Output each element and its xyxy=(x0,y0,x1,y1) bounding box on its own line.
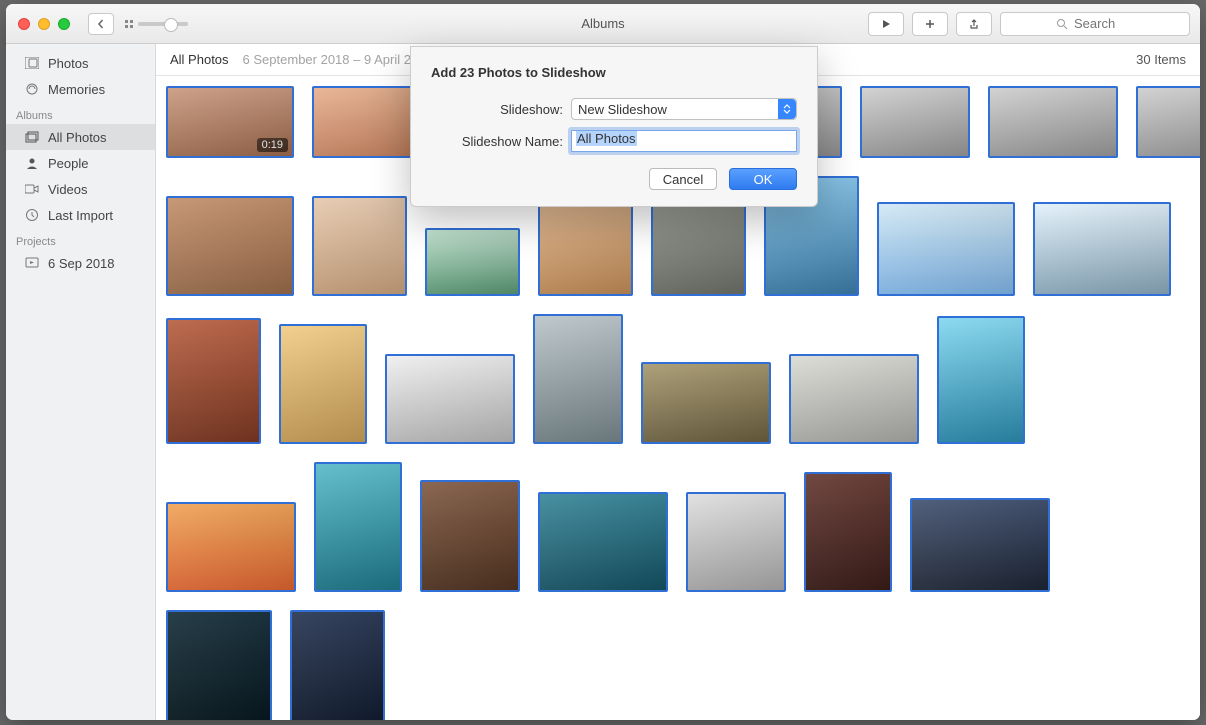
sidebar-label: 6 Sep 2018 xyxy=(48,256,115,271)
plus-icon xyxy=(924,18,936,30)
slideshow-select-value: New Slideshow xyxy=(578,102,667,117)
zoom-window[interactable] xyxy=(58,18,70,30)
photo-thumbnail[interactable] xyxy=(641,362,771,444)
add-to-slideshow-dialog: Add 23 Photos to Slideshow Slideshow: Ne… xyxy=(410,46,818,207)
back-button[interactable] xyxy=(88,13,114,35)
chevron-updown-icon xyxy=(778,99,796,119)
photo-thumbnail[interactable] xyxy=(425,228,520,296)
sidebar-label: People xyxy=(48,156,88,171)
sidebar-item-project-0[interactable]: 6 Sep 2018 xyxy=(6,250,155,276)
share-button[interactable] xyxy=(956,12,992,36)
photo-thumbnail[interactable] xyxy=(279,324,367,444)
photo-thumbnail[interactable] xyxy=(166,610,272,720)
ok-button[interactable]: OK xyxy=(729,168,797,190)
photo-thumbnail[interactable] xyxy=(166,502,296,592)
sidebar-label: All Photos xyxy=(48,130,107,145)
slideshow-name-value: All Photos xyxy=(576,131,637,146)
dialog-title: Add 23 Photos to Slideshow xyxy=(431,65,797,80)
titlebar: Albums xyxy=(6,4,1200,44)
sidebar-item-memories[interactable]: Memories xyxy=(6,76,155,102)
photo-thumbnail[interactable] xyxy=(312,86,420,158)
sidebar-item-last-import[interactable]: Last Import xyxy=(6,202,155,228)
content-title: All Photos xyxy=(170,52,229,67)
stack-icon xyxy=(24,129,40,145)
content-date-range: 6 September 2018 – 9 April 2019 xyxy=(243,52,433,67)
photo-thumbnail[interactable] xyxy=(166,196,294,296)
sidebar-label: Memories xyxy=(48,82,105,97)
memories-icon xyxy=(24,81,40,97)
slideshow-icon xyxy=(24,255,40,271)
minimize-window[interactable] xyxy=(38,18,50,30)
slideshow-name-input[interactable]: All Photos xyxy=(571,130,797,152)
photo-thumbnail[interactable] xyxy=(988,86,1118,158)
grid-small-icon xyxy=(124,19,134,29)
photo-thumbnail[interactable] xyxy=(385,354,515,444)
photo-thumbnail[interactable] xyxy=(1136,86,1200,158)
sidebar-label: Photos xyxy=(48,56,88,71)
video-icon xyxy=(24,181,40,197)
photo-thumbnail[interactable] xyxy=(312,196,407,296)
slideshow-name-label: Slideshow Name: xyxy=(431,134,563,149)
person-icon xyxy=(24,155,40,171)
photo-thumbnail[interactable] xyxy=(1033,202,1171,296)
sidebar-label: Videos xyxy=(48,182,88,197)
slideshow-select-label: Slideshow: xyxy=(431,102,563,117)
sidebar-item-people[interactable]: People xyxy=(6,150,155,176)
sidebar-item-all-photos[interactable]: All Photos xyxy=(6,124,155,150)
window-controls xyxy=(18,18,70,30)
items-count: 30 Items xyxy=(1136,52,1186,67)
photo-thumbnail[interactable] xyxy=(686,492,786,592)
sidebar-label: Last Import xyxy=(48,208,113,223)
search-field[interactable] xyxy=(1000,12,1190,36)
photo-thumbnail[interactable] xyxy=(420,480,520,592)
thumbnail-size-control[interactable] xyxy=(124,19,188,29)
search-icon xyxy=(1056,18,1068,30)
clock-icon xyxy=(24,207,40,223)
add-button[interactable] xyxy=(912,12,948,36)
sidebar-item-photos[interactable]: Photos xyxy=(6,50,155,76)
photos-icon xyxy=(24,55,40,71)
zoom-slider[interactable] xyxy=(138,22,188,26)
sidebar-header-projects: Projects xyxy=(6,228,155,250)
photo-thumbnail[interactable] xyxy=(804,472,892,592)
photo-thumbnail[interactable] xyxy=(538,196,633,296)
sidebar-item-videos[interactable]: Videos xyxy=(6,176,155,202)
play-slideshow-button[interactable] xyxy=(868,12,904,36)
search-input[interactable] xyxy=(1074,16,1134,31)
slideshow-select[interactable]: New Slideshow xyxy=(571,98,797,120)
photo-thumbnail[interactable] xyxy=(533,314,623,444)
sidebar-header-albums: Albums xyxy=(6,102,155,124)
photo-thumbnail[interactable] xyxy=(538,492,668,592)
photo-thumbnail[interactable] xyxy=(910,498,1050,592)
cancel-button[interactable]: Cancel xyxy=(649,168,717,190)
close-window[interactable] xyxy=(18,18,30,30)
sidebar: Photos Memories Albums All Photos People… xyxy=(6,44,156,720)
app-window: Albums Photos Memories xyxy=(6,4,1200,720)
photo-thumbnail[interactable] xyxy=(314,462,402,592)
photo-thumbnail[interactable] xyxy=(789,354,919,444)
photo-thumbnail[interactable] xyxy=(937,316,1025,444)
play-icon xyxy=(881,19,891,29)
photo-thumbnail[interactable] xyxy=(290,610,385,720)
photo-thumbnail[interactable] xyxy=(877,202,1015,296)
duration-badge: 0:19 xyxy=(257,138,288,152)
photo-thumbnail[interactable]: 0:19 xyxy=(166,86,294,158)
share-icon xyxy=(968,18,980,30)
photo-thumbnail[interactable] xyxy=(860,86,970,158)
photo-thumbnail[interactable] xyxy=(166,318,261,444)
